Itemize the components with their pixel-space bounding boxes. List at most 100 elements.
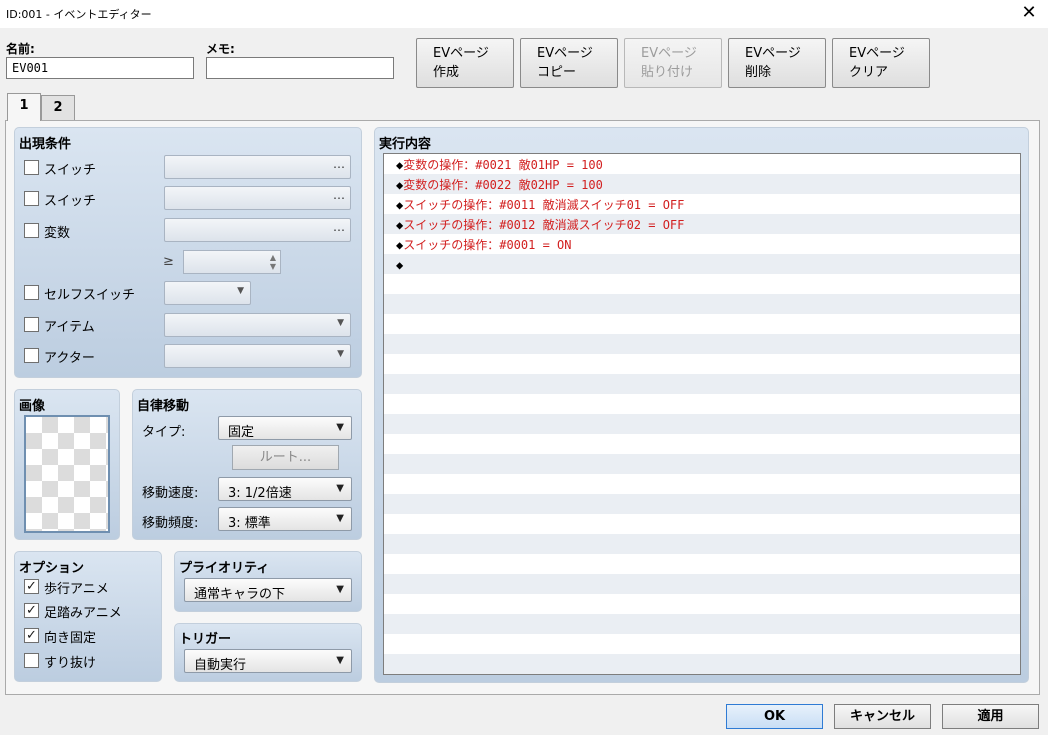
clear-page-button[interactable]: EVページ クリア bbox=[832, 38, 930, 88]
route-button[interactable]: ルート... bbox=[232, 445, 339, 470]
switch2-checkbox[interactable] bbox=[24, 191, 39, 206]
create-page-button[interactable]: EVページ 作成 bbox=[416, 38, 514, 88]
gte-symbol: ≥ bbox=[163, 254, 174, 269]
conditions-title: 出現条件 bbox=[19, 137, 72, 152]
paste-page-button[interactable]: EVページ 貼り付け bbox=[624, 38, 722, 88]
type-select[interactable]: 固定 ▼ bbox=[218, 416, 352, 440]
frequency-select[interactable]: 3: 標準 ▼ bbox=[218, 507, 352, 531]
name-input[interactable]: EV001 bbox=[6, 57, 194, 79]
command-line[interactable]: ◆スイッチの操作：#0011 敵消滅スイッチ01 = OFF bbox=[396, 195, 684, 215]
autonomous-movement-title: 自律移動 bbox=[137, 399, 190, 414]
chevron-down-icon: ▼ bbox=[337, 318, 344, 328]
command-text: スイッチの操作：#0001 = ON bbox=[403, 238, 572, 252]
trigger-select[interactable]: 自動実行 ▼ bbox=[184, 649, 352, 673]
type-value: 固定 bbox=[228, 425, 255, 440]
delete-page-button[interactable]: EVページ 削除 bbox=[728, 38, 826, 88]
command-text: 変数の操作：#0022 敵02HP = 100 bbox=[403, 178, 603, 192]
spin-up-icon[interactable]: ▲ bbox=[270, 253, 276, 262]
button-line-1: EVページ bbox=[849, 46, 905, 61]
chevron-down-icon: ▼ bbox=[336, 422, 344, 433]
speed-value: 3: 1/2倍速 bbox=[228, 486, 292, 501]
command-text: 変数の操作：#0021 敵01HP = 100 bbox=[403, 158, 603, 172]
through-checkbox[interactable] bbox=[24, 653, 39, 668]
walking-anim-checkbox[interactable]: ✓ bbox=[24, 579, 39, 594]
switch2-selector[interactable]: … bbox=[164, 186, 351, 210]
switch2-label: スイッチ bbox=[44, 194, 97, 209]
copy-page-button[interactable]: EVページ コピー bbox=[520, 38, 618, 88]
trigger-title: トリガー bbox=[179, 632, 232, 647]
command-text: スイッチの操作：#0011 敵消滅スイッチ01 = OFF bbox=[403, 198, 685, 212]
actor-label: アクター bbox=[44, 351, 95, 366]
diamond-icon: ◆ bbox=[396, 258, 404, 272]
chevron-down-icon: ▼ bbox=[336, 655, 344, 666]
actor-checkbox[interactable] bbox=[24, 348, 39, 363]
stepping-anim-checkbox[interactable]: ✓ bbox=[24, 603, 39, 618]
switch1-selector[interactable]: … bbox=[164, 155, 351, 179]
walking-anim-label: 歩行アニメ bbox=[44, 582, 109, 597]
memo-input[interactable] bbox=[206, 57, 394, 79]
button-line-2: 作成 bbox=[433, 65, 460, 80]
memo-label: メモ: bbox=[206, 42, 235, 56]
spin-down-icon[interactable]: ▼ bbox=[270, 262, 276, 271]
command-line[interactable]: ◆変数の操作：#0021 敵01HP = 100 bbox=[396, 155, 603, 175]
tab-page-2[interactable]: 2 bbox=[41, 95, 75, 121]
button-line-2: コピー bbox=[537, 65, 577, 80]
character-image-preview[interactable] bbox=[24, 415, 110, 533]
chevron-down-icon: ▼ bbox=[237, 286, 244, 296]
cancel-button[interactable]: キャンセル bbox=[834, 704, 931, 729]
button-line-1: EVページ bbox=[745, 46, 801, 61]
stepping-anim-label: 足踏みアニメ bbox=[44, 606, 122, 621]
speed-select[interactable]: 3: 1/2倍速 ▼ bbox=[218, 477, 352, 501]
command-list[interactable]: ◆変数の操作：#0021 敵01HP = 100 ◆変数の操作：#0022 敵0… bbox=[383, 153, 1021, 675]
close-icon[interactable]: ✕ bbox=[1018, 2, 1040, 24]
command-line[interactable]: ◆変数の操作：#0022 敵02HP = 100 bbox=[396, 175, 603, 195]
direction-fix-label: 向き固定 bbox=[44, 631, 97, 646]
priority-title: プライオリティ bbox=[179, 561, 270, 576]
chevron-down-icon: ▼ bbox=[337, 349, 344, 359]
apply-button[interactable]: 適用 bbox=[942, 704, 1039, 729]
variable-checkbox[interactable] bbox=[24, 223, 39, 238]
ellipsis-icon: … bbox=[333, 157, 345, 171]
button-line-2: クリア bbox=[849, 65, 889, 80]
self-switch-checkbox[interactable] bbox=[24, 285, 39, 300]
direction-fix-checkbox[interactable]: ✓ bbox=[24, 628, 39, 643]
options-title: オプション bbox=[19, 561, 85, 576]
self-switch-select[interactable]: ▼ bbox=[164, 281, 251, 305]
ellipsis-icon: … bbox=[333, 220, 345, 234]
variable-value-spinner[interactable]: ▲ ▼ bbox=[183, 250, 281, 274]
item-label: アイテム bbox=[44, 320, 95, 335]
variable-selector[interactable]: … bbox=[164, 218, 351, 242]
actor-select[interactable]: ▼ bbox=[164, 344, 351, 368]
switch1-label: スイッチ bbox=[44, 163, 97, 178]
through-label: すり抜け bbox=[44, 656, 97, 671]
button-line-2: 削除 bbox=[745, 65, 772, 80]
chevron-down-icon: ▼ bbox=[336, 513, 344, 524]
ok-button[interactable]: OK bbox=[726, 704, 823, 729]
frequency-value: 3: 標準 bbox=[228, 516, 271, 531]
item-checkbox[interactable] bbox=[24, 317, 39, 332]
command-line-empty[interactable]: ◆ bbox=[396, 255, 403, 275]
priority-select[interactable]: 通常キャラの下 ▼ bbox=[184, 578, 352, 602]
type-label: タイプ: bbox=[142, 425, 186, 440]
ellipsis-icon: … bbox=[333, 188, 345, 202]
trigger-value: 自動実行 bbox=[194, 658, 247, 673]
name-label: 名前: bbox=[6, 42, 35, 56]
window-title: ID:001 - イベントエディター bbox=[6, 8, 152, 21]
tab-page-1[interactable]: 1 bbox=[7, 93, 41, 121]
switch1-checkbox[interactable] bbox=[24, 160, 39, 175]
command-text: スイッチの操作：#0012 敵消滅スイッチ02 = OFF bbox=[403, 218, 685, 232]
variable-label: 変数 bbox=[44, 226, 71, 241]
title-bar: ID:001 - イベントエディター ✕ bbox=[0, 0, 1048, 28]
command-line[interactable]: ◆スイッチの操作：#0012 敵消滅スイッチ02 = OFF bbox=[396, 215, 684, 235]
contents-title: 実行内容 bbox=[379, 137, 432, 152]
button-line-1: EVページ bbox=[641, 46, 697, 61]
chevron-down-icon: ▼ bbox=[336, 483, 344, 494]
command-line[interactable]: ◆スイッチの操作：#0001 = ON bbox=[396, 235, 571, 255]
button-line-2: 貼り付け bbox=[641, 65, 694, 80]
frequency-label: 移動頻度: bbox=[142, 516, 199, 531]
self-switch-label: セルフスイッチ bbox=[44, 288, 136, 303]
priority-value: 通常キャラの下 bbox=[194, 587, 286, 602]
button-line-1: EVページ bbox=[433, 46, 489, 61]
speed-label: 移動速度: bbox=[142, 486, 199, 501]
item-select[interactable]: ▼ bbox=[164, 313, 351, 337]
